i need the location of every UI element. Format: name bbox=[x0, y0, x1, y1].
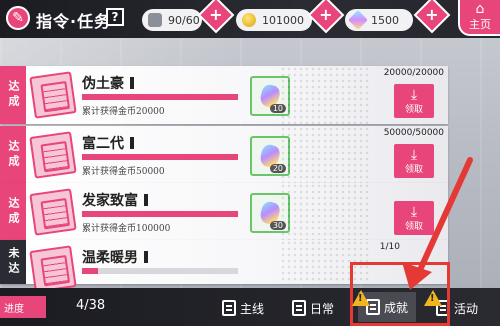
warning-icon bbox=[352, 290, 370, 306]
warning-icon bbox=[424, 290, 442, 306]
pointer-arrow bbox=[402, 157, 473, 290]
